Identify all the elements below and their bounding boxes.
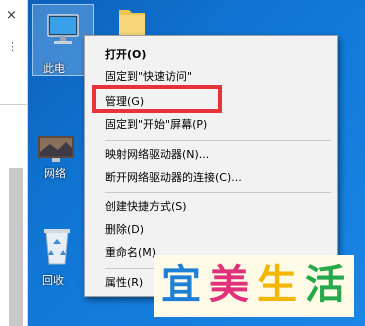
watermark-char: 生	[257, 262, 297, 308]
menu-item-disconnect-network-drive[interactable]: 断开网络驱动器的连接(C)...	[105, 169, 242, 187]
desktop-icon-label: 回收	[42, 274, 64, 287]
watermark-char: 活	[305, 262, 345, 308]
network-icon	[38, 136, 74, 162]
menu-item-create-shortcut[interactable]: 创建快捷方式(S)	[105, 198, 187, 216]
more-options-icon[interactable]: ⋮	[7, 40, 18, 53]
watermark-char: 美	[209, 262, 249, 308]
menu-item-delete[interactable]: 删除(D)	[105, 221, 144, 239]
menu-separator	[105, 140, 331, 141]
menu-separator	[105, 192, 331, 193]
file-explorer-window-edge: × ⋮	[0, 0, 28, 326]
watermark-char: 宜	[161, 262, 201, 308]
close-icon[interactable]: ×	[6, 8, 17, 23]
computer-icon	[47, 14, 79, 44]
highlight-box	[92, 85, 222, 113]
divider	[0, 104, 27, 105]
menu-item-pin-quick-access[interactable]: 固定到"快速访问"	[105, 68, 192, 86]
scrollbar[interactable]	[9, 168, 23, 326]
desktop-icon-label: 网络	[44, 167, 66, 180]
menu-item-pin-start[interactable]: 固定到"开始"屏幕(P)	[105, 116, 207, 134]
watermark-logo: 宜 美 生 活	[154, 255, 354, 317]
desktop-icon-label: 此电	[43, 62, 65, 75]
menu-item-open[interactable]: 打开(O)	[105, 46, 146, 64]
menu-item-map-network-drive[interactable]: 映射网络驱动器(N)...	[105, 146, 209, 164]
menu-item-rename[interactable]: 重命名(M)	[105, 244, 156, 262]
menu-item-properties[interactable]: 属性(R)	[105, 274, 143, 292]
folder-icon	[119, 10, 145, 36]
recycle-bin-icon	[44, 229, 70, 265]
